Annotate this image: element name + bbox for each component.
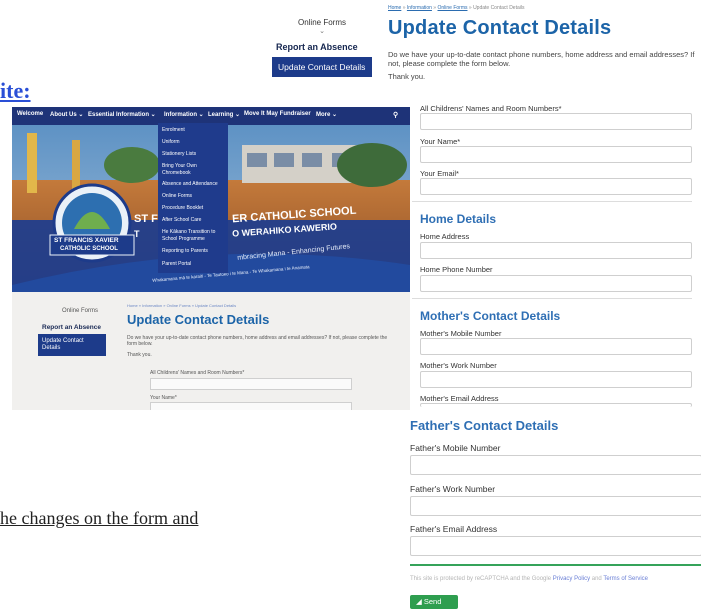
photo-nav-more: More ⌄ — [316, 112, 338, 118]
breadcrumb-information[interactable]: Information — [407, 5, 432, 11]
school-sign-line1: ST FRANCIS XAVIER — [54, 237, 119, 244]
father-details-heading: Father's Contact Details — [410, 418, 559, 433]
mother-work-label: Mother's Work Number — [420, 361, 497, 370]
photo-nav-fundraiser: Move It May Fundraiser — [244, 111, 311, 117]
photo-page-title: Update Contact Details — [127, 312, 270, 327]
terms-of-service-link[interactable]: Terms of Service — [603, 576, 648, 582]
form-bottom-rule — [410, 564, 701, 566]
online-forms-nav: Online Forms ⌄ Report an Absence Update … — [272, 14, 372, 77]
photo-thanks: Thank you. — [127, 352, 152, 358]
home-phone-label: Home Phone Number — [420, 265, 493, 274]
father-email-label: Father's Email Address — [410, 524, 498, 534]
home-phone-input[interactable] — [420, 275, 692, 292]
recaptcha-notice: This site is protected by reCAPTCHA and … — [410, 576, 648, 582]
dropdown-item: He Kākano Transition to — [162, 229, 216, 235]
recaptcha-text: This site is protected by reCAPTCHA and … — [410, 576, 553, 582]
photo-nav-report: Report an Absence — [42, 324, 101, 331]
school-sign-line2: CATHOLIC SCHOOL — [60, 246, 118, 252]
mother-details-heading: Mother's Contact Details — [420, 309, 561, 323]
send-button-label: Send — [423, 597, 442, 606]
form-thanks: Thank you. — [388, 72, 426, 81]
photo-nav-welcome: Welcome — [17, 111, 44, 117]
photo-nav-essential: Essential Information ⌄ — [88, 112, 156, 118]
your-name-label: Your Name* — [420, 137, 461, 146]
dropdown-item: Enrolment — [162, 127, 185, 133]
website-photo: Welcome About Us ⌄ Essential Information… — [12, 107, 410, 410]
childrens-names-label: All Childrens' Names and Room Numbers* — [420, 104, 562, 113]
dropdown-item: Procedure Booklet — [162, 205, 204, 211]
father-work-label: Father's Work Number — [410, 484, 496, 494]
photo-nav-learning: Learning ⌄ — [208, 112, 241, 118]
information-dropdown: Enrolment Uniform Stationery Lists Bring… — [158, 123, 228, 273]
your-email-label: Your Email* — [420, 169, 459, 178]
mother-email-input[interactable] — [420, 403, 692, 407]
childrens-names-input[interactable] — [420, 113, 692, 130]
dropdown-item: Stationery Lists — [162, 151, 197, 157]
page-title: Update Contact Details — [388, 17, 612, 39]
dropdown-item: Uniform — [162, 139, 180, 145]
online-forms-nav-title: Online Forms — [297, 18, 346, 27]
photo-intro: Do we have your up-to-date contact phone… — [127, 335, 388, 347]
nav-item-report-absence[interactable]: Report an Absence — [272, 42, 372, 52]
form-intro: Do we have your up-to-date contact phone… — [388, 50, 695, 68]
divider — [412, 201, 692, 202]
dropdown-item: After School Care — [162, 217, 202, 223]
send-button[interactable]: ◢ Send — [410, 595, 458, 609]
father-work-input[interactable] — [410, 496, 701, 516]
photo-lower-page: Online Forms Report an Absence Update Co… — [12, 292, 410, 410]
mother-email-label: Mother's Email Address — [420, 394, 499, 403]
recaptcha-and: and — [590, 576, 604, 582]
father-email-input[interactable] — [410, 536, 701, 556]
breadcrumb: Home » Information » Online Forms » Upda… — [388, 5, 524, 11]
photo-nav-about: About Us ⌄ — [50, 112, 84, 118]
breadcrumb-current: Update Contact Details — [473, 5, 525, 11]
dropdown-item: Parent Portal — [162, 261, 192, 267]
dropdown-item: Chromebook — [162, 170, 191, 176]
nav-item-update-contact[interactable]: Update Contact Details — [272, 57, 372, 77]
search-icon: ⚲ — [393, 112, 399, 119]
document-link-fragment[interactable]: ite: — [0, 78, 31, 104]
dropdown-item: Online Forms — [162, 193, 193, 199]
photo-nav-update: Update Contact Details — [42, 338, 84, 351]
photo-field2-label: Your Name* — [150, 395, 177, 401]
breadcrumb-online-forms[interactable]: Online Forms — [437, 5, 467, 11]
dropdown-item: Absence and Attendance — [162, 181, 218, 187]
photo-field1-input — [150, 378, 352, 390]
document-text-fragment: he changes on the form and — [0, 508, 199, 528]
mother-work-input[interactable] — [420, 371, 692, 388]
dropdown-item: Reporting to Parents — [162, 248, 208, 254]
home-address-input[interactable] — [420, 242, 692, 259]
mother-mobile-input[interactable] — [420, 338, 692, 355]
dropdown-item: School Programme — [162, 236, 205, 242]
chevron-down-icon: ⌄ — [319, 28, 325, 35]
breadcrumb-home[interactable]: Home — [388, 5, 401, 11]
photo-breadcrumb: Home » Information » Online Forms » Upda… — [127, 303, 237, 308]
hero-subtitle-part1: T — [134, 229, 140, 239]
home-details-heading: Home Details — [420, 212, 497, 226]
home-address-label: Home Address — [420, 232, 470, 241]
your-email-input[interactable] — [420, 178, 692, 195]
hero-title-part1: ST F — [134, 213, 158, 225]
photo-nav-title: Online Forms — [62, 308, 99, 314]
father-mobile-input[interactable] — [410, 455, 701, 475]
dropdown-item: Bring Your Own — [162, 163, 197, 169]
photo-field1-label: All Childrens' Names and Room Numbers* — [150, 370, 245, 376]
send-icon: ◢ — [416, 597, 424, 606]
photo-nav-information: Information ⌄ — [164, 112, 204, 118]
photo-field2-input — [150, 402, 352, 410]
father-mobile-label: Father's Mobile Number — [410, 443, 501, 453]
your-name-input[interactable] — [420, 146, 692, 163]
privacy-policy-link[interactable]: Privacy Policy — [553, 576, 590, 582]
mother-mobile-label: Mother's Mobile Number — [420, 329, 502, 338]
divider — [412, 298, 692, 299]
